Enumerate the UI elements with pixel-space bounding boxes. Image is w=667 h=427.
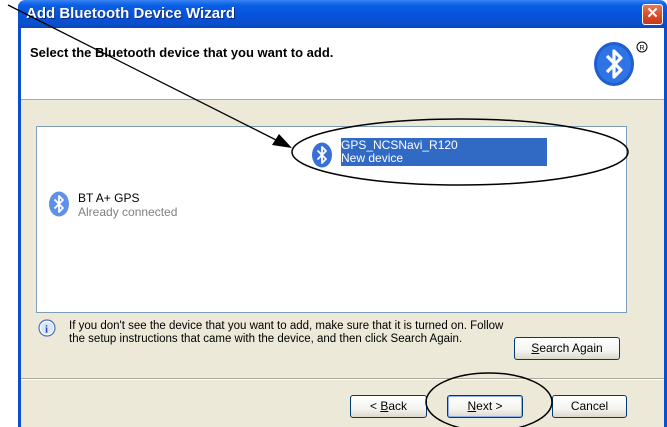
button-divider [21, 378, 664, 380]
back-prefix: < [369, 399, 381, 413]
wizard-window: Add Bluetooth Device Wizard ✕ Select the… [18, 0, 667, 427]
search-again-label: earch Again [539, 341, 603, 355]
info-message: If you don't see the device that you wan… [69, 320, 504, 345]
next-label: ext > [476, 399, 503, 413]
cancel-button[interactable]: Cancel [552, 395, 627, 418]
dialog-body: Select the Bluetooth device that you wan… [18, 28, 667, 427]
device-name: BT A+ GPS [78, 191, 140, 205]
wizard-header: Select the Bluetooth device that you wan… [21, 28, 664, 100]
bluetooth-logo-icon: R [594, 41, 648, 86]
back-button[interactable]: < Back [350, 395, 427, 418]
bluetooth-icon [312, 142, 332, 168]
device-name: GPS_NCSNavi_R120 [341, 138, 458, 152]
window-title: Add Bluetooth Device Wizard [26, 5, 236, 22]
next-mnemonic: N [467, 399, 477, 413]
back-label: ack [388, 399, 408, 413]
device-list[interactable]: GPS_NCSNavi_R120 New device BT A+ GPS Al… [36, 126, 627, 313]
page-instruction: Select the Bluetooth device that you wan… [30, 45, 334, 60]
device-status: New device [341, 151, 404, 165]
close-button[interactable]: ✕ [642, 4, 663, 25]
svg-text:i: i [45, 324, 48, 336]
device-status: Already connected [78, 205, 178, 219]
bluetooth-icon [49, 191, 69, 217]
next-button[interactable]: Next > [447, 395, 523, 418]
search-again-button[interactable]: Search Again [514, 337, 620, 360]
info-icon: i [38, 319, 56, 337]
title-bar[interactable]: Add Bluetooth Device Wizard ✕ [18, 0, 667, 28]
close-icon: ✕ [646, 5, 659, 22]
svg-text:R: R [640, 45, 645, 52]
